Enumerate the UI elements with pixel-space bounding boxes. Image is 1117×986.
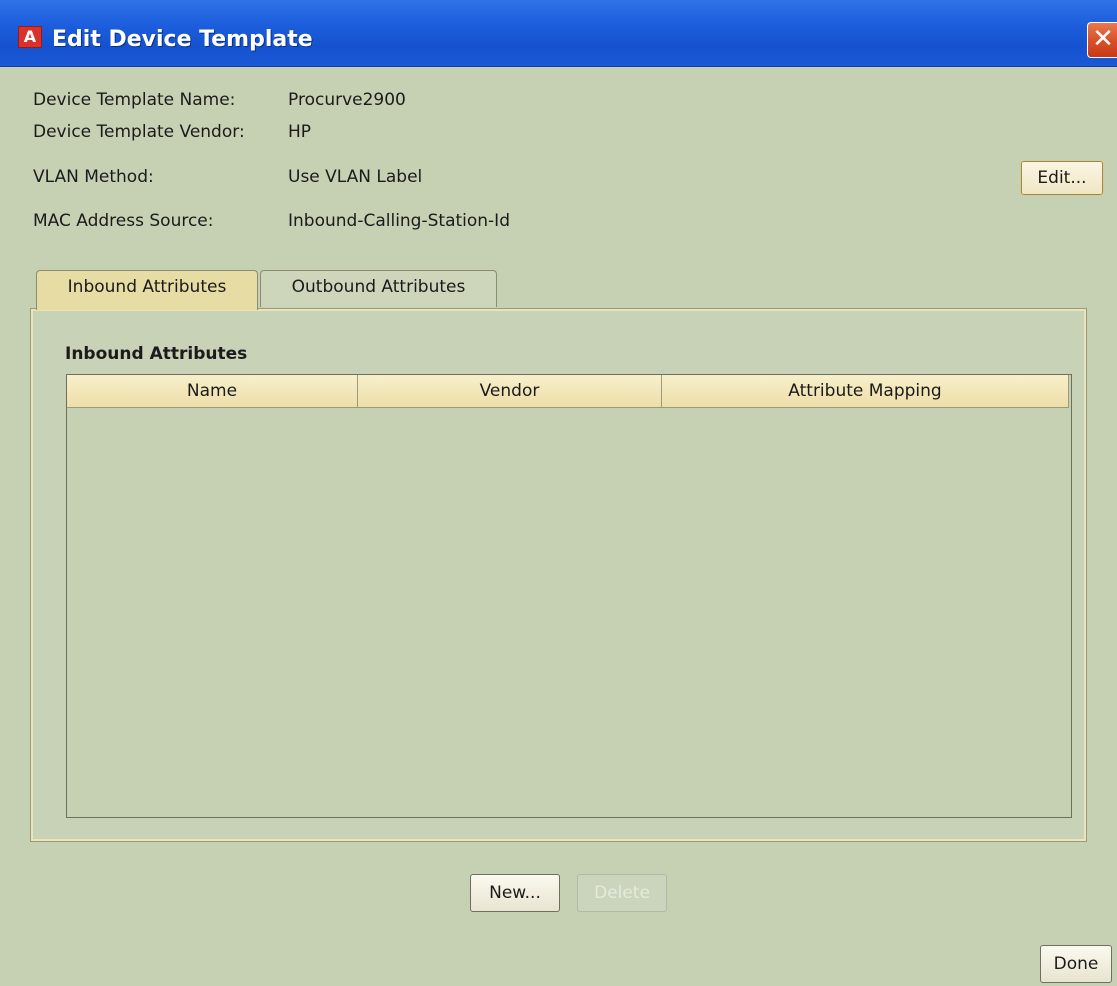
template-name-value: Procurve2900	[288, 90, 406, 110]
column-header-attribute-mapping[interactable]: Attribute Mapping	[662, 375, 1069, 408]
mac-source-value: Inbound-Calling-Station-Id	[288, 211, 510, 231]
title-bar[interactable]: A Edit Device Template ✕	[0, 0, 1117, 67]
tab-inbound-attributes[interactable]: Inbound Attributes	[36, 270, 258, 310]
app-logo-icon: A	[18, 26, 42, 48]
tab-outbound-attributes[interactable]: Outbound Attributes	[260, 270, 497, 307]
table-header: Name Vendor Attribute Mapping	[67, 375, 1071, 408]
template-vendor-value: HP	[288, 122, 312, 142]
close-button[interactable]: ✕	[1087, 22, 1117, 58]
edit-device-template-dialog: A Edit Device Template ✕ Device Template…	[0, 0, 1117, 986]
edit-button[interactable]: Edit...	[1020, 160, 1104, 196]
attributes-table[interactable]: Name Vendor Attribute Mapping	[66, 374, 1072, 818]
template-vendor-label: Device Template Vendor:	[33, 122, 245, 142]
vlan-method-label: VLAN Method:	[33, 167, 154, 187]
template-name-label: Device Template Name:	[33, 90, 236, 110]
new-button[interactable]: New...	[470, 874, 560, 912]
section-title: Inbound Attributes	[65, 344, 248, 364]
column-header-vendor[interactable]: Vendor	[358, 375, 662, 408]
vlan-method-value: Use VLAN Label	[288, 167, 423, 187]
done-button[interactable]: Done	[1040, 945, 1112, 983]
delete-button: Delete	[577, 874, 667, 912]
mac-source-label: MAC Address Source:	[33, 211, 214, 231]
tab-panel: Inbound Attributes Name Vendor Attribute…	[30, 308, 1087, 842]
column-header-name[interactable]: Name	[67, 375, 358, 408]
window-title: Edit Device Template	[52, 27, 313, 52]
